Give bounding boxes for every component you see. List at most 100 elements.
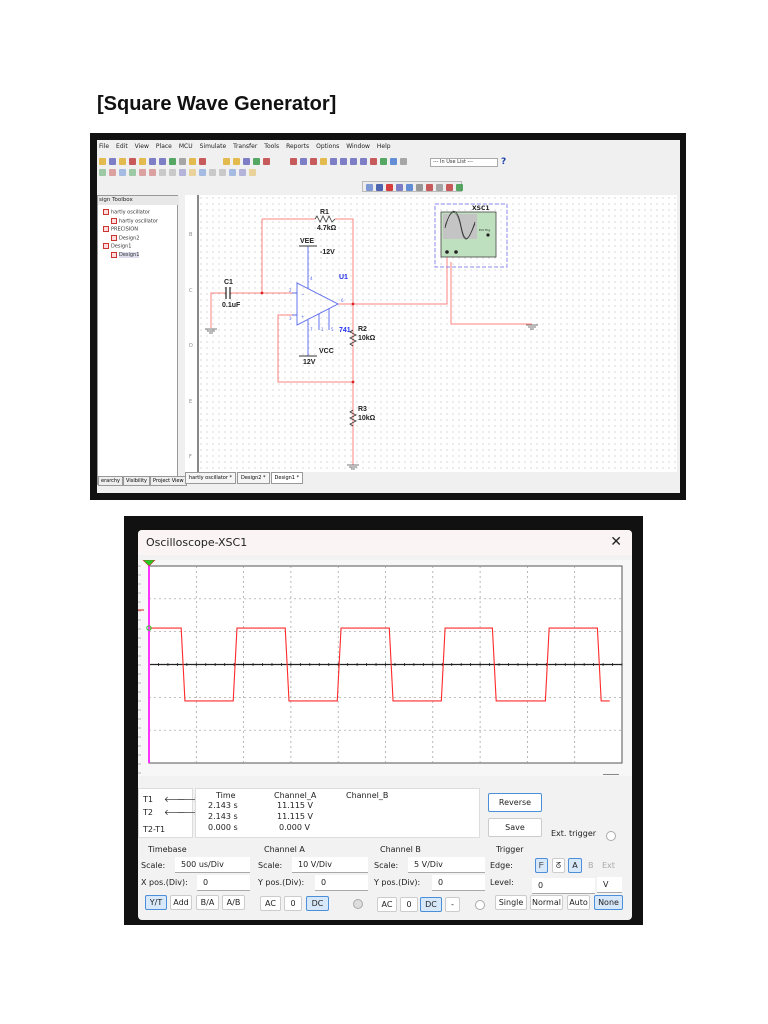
new-icon[interactable] [99,158,106,165]
menu-reports[interactable]: Reports [286,143,309,153]
mode-yt-button[interactable]: Y/T [145,895,167,910]
menu-place[interactable]: Place [156,143,172,153]
text-icon[interactable] [159,169,166,176]
channel-b-ac-button[interactable]: AC [377,897,397,912]
help-button[interactable]: ? [501,157,506,167]
channel-a-ac-button[interactable]: AC [260,896,281,911]
menu-simulate[interactable]: Simulate [200,143,227,153]
wire-icon[interactable] [99,169,106,176]
tab-design2[interactable]: Design2 * [237,472,270,484]
channel-b-invert-button[interactable]: - [445,897,460,912]
print-icon[interactable] [139,158,146,165]
connector-icon[interactable] [129,169,136,176]
forward-icon[interactable] [390,158,397,165]
timebase-scale-input[interactable]: 500 us/Div [175,857,250,873]
label-icon[interactable] [149,169,156,176]
tree-item-design[interactable]: Design1 [111,251,140,258]
trigger-none-button[interactable]: None [594,895,623,910]
copy-icon[interactable] [169,158,176,165]
database-icon[interactable] [320,158,327,165]
channel-a-zero-button[interactable]: 0 [284,896,302,911]
step-icon[interactable] [416,184,423,191]
fullscreen-icon[interactable] [223,158,230,165]
hier-block-icon[interactable] [119,169,126,176]
trigger-level-input[interactable]: 0 [532,878,595,894]
grapher-icon[interactable] [310,158,317,165]
mode-ba-button[interactable]: B/A [196,895,219,910]
menu-mcu[interactable]: MCU [179,143,193,153]
measure-icon[interactable] [249,169,256,176]
rising-edge-icon[interactable]: ᖴ [535,858,548,873]
trigger-source-ext-button[interactable]: Ext [602,861,615,870]
close-icon[interactable]: ✕ [610,534,622,550]
clear-icon[interactable] [456,184,463,191]
zoom-area-icon[interactable] [253,158,260,165]
menu-edit[interactable]: Edit [116,143,128,153]
spreadsheet-icon[interactable] [300,158,307,165]
erc-icon[interactable] [370,158,377,165]
stop-icon[interactable] [386,184,393,191]
channel-a-scale-input[interactable]: 10 V/Div [292,857,368,873]
falling-edge-icon[interactable]: ᘔ [552,858,565,873]
open-icon[interactable] [109,158,116,165]
pause-icon[interactable] [376,184,383,191]
pcb-icon[interactable] [400,158,407,165]
menu-tools[interactable]: Tools [264,143,279,153]
channel-a-dc-button[interactable]: DC [306,896,329,911]
trigger-single-button[interactable]: Single [495,895,527,910]
tree-item-design[interactable]: hartly oscillator [111,217,158,224]
tab-hartly-oscillator[interactable]: hartly oscillator * [185,472,236,484]
save-icon[interactable] [129,158,136,165]
mode-ab-button[interactable]: A/B [222,895,245,910]
tab-visibility[interactable]: Visibility [123,476,150,486]
channel-b-zero-button[interactable]: 0 [400,897,418,912]
graphics-icon[interactable] [169,169,176,176]
comment-icon[interactable] [239,169,246,176]
channel-b-dc-button[interactable]: DC [420,897,442,912]
tree-item-project[interactable]: PRECISION [103,226,138,233]
menu-file[interactable]: File [99,143,109,153]
probe-icon[interactable] [396,184,403,191]
step-out-icon[interactable] [436,184,443,191]
ext-trigger-radio[interactable] [606,831,616,841]
tab-project-view[interactable]: Project View [150,476,187,486]
junction-icon[interactable] [139,169,146,176]
backannotate-icon[interactable] [380,158,387,165]
menu-view[interactable]: View [135,143,149,153]
trigger-auto-button[interactable]: Auto [567,895,590,910]
arc-icon[interactable] [209,169,216,176]
zoom-in-icon[interactable] [233,158,240,165]
rect-icon[interactable] [189,169,196,176]
channel-b-scale-input[interactable]: 5 V/Div [408,857,485,873]
tree-item-project[interactable]: hartly oscillator [103,209,150,216]
bus-icon[interactable] [109,169,116,176]
channel-a-color-radio[interactable] [353,899,363,909]
reverse-button[interactable]: Reverse [488,793,542,812]
trigger-normal-button[interactable]: Normal [530,895,563,910]
trigger-source-a-button[interactable]: A [568,858,582,873]
menu-transfer[interactable]: Transfer [233,143,257,153]
paste-icon[interactable] [179,158,186,165]
trigger-level-unit[interactable]: V [597,877,622,893]
trigger-source-b-button[interactable]: B [588,861,594,870]
undo-icon[interactable] [189,158,196,165]
channel-b-color-radio[interactable] [475,900,485,910]
xpos-input[interactable]: 0 [197,875,250,891]
tree-item-project[interactable]: Design1 [103,243,131,250]
search-icon[interactable] [290,158,297,165]
resize-handle[interactable] [603,774,619,775]
run-icon[interactable] [366,184,373,191]
channel-b-ypos-input[interactable]: 0 [432,875,485,891]
mode-add-button[interactable]: Add [170,895,192,910]
redo-icon[interactable] [199,158,206,165]
channel-a-ypos-input[interactable]: 0 [315,875,368,891]
menu-window[interactable]: Window [346,143,370,153]
menu-options[interactable]: Options [316,143,339,153]
tab-design1[interactable]: Design1 * [270,472,304,484]
schematic-canvas[interactable] [185,195,677,472]
interactive-icon[interactable] [406,184,413,191]
netlist-icon[interactable] [360,158,367,165]
line-icon[interactable] [179,169,186,176]
zoom-out-icon[interactable] [243,158,250,165]
ellipse-icon[interactable] [199,169,206,176]
